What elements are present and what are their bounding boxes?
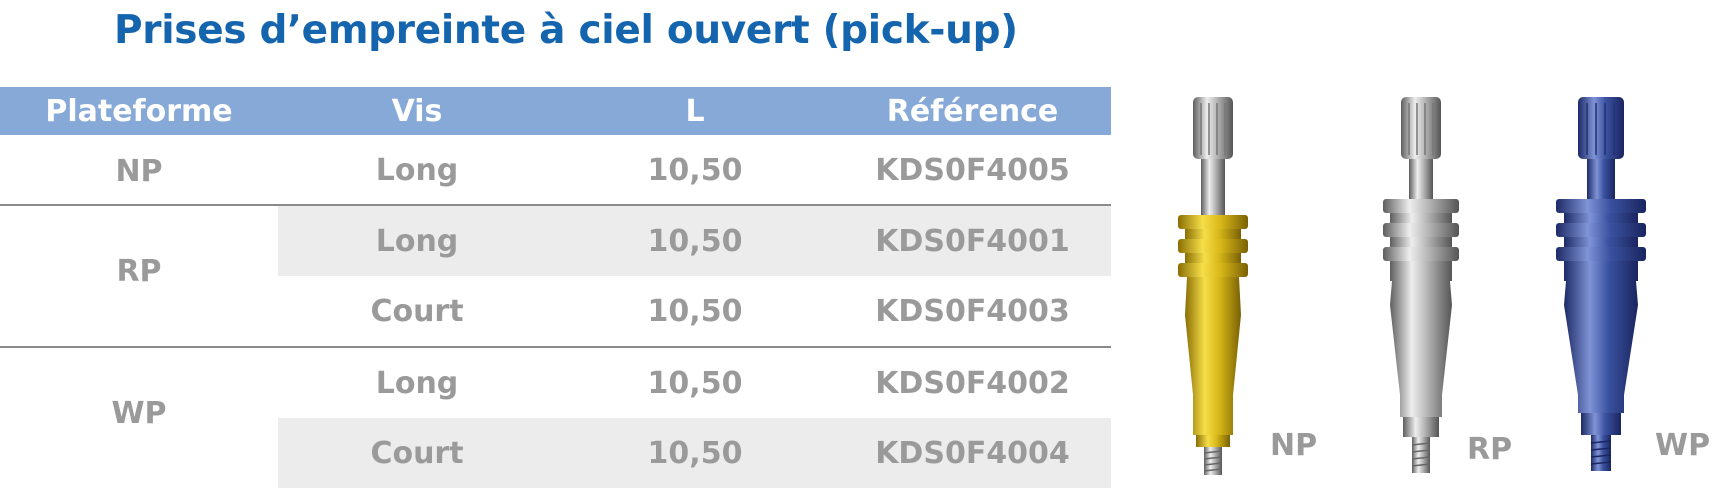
cell-l: 10,50 xyxy=(647,435,743,471)
reference-table: Plateforme Vis L Référence NP Long 10,50… xyxy=(0,87,1111,488)
cell-vis: Long xyxy=(375,152,459,188)
cell-vis: Court xyxy=(370,293,464,329)
cell-l: 10,50 xyxy=(647,152,743,188)
wp-impression-coping-image xyxy=(1556,97,1646,471)
cell-vis: Court xyxy=(370,435,464,471)
cell-l: 10,50 xyxy=(647,293,743,329)
cell-reference: KDS0F4003 xyxy=(875,293,1070,329)
cell-vis: Long xyxy=(375,223,459,259)
np-impression-coping-image xyxy=(1178,97,1248,475)
cell-reference: KDS0F4001 xyxy=(875,223,1070,259)
table-row: Court 10,50 KDS0F4003 xyxy=(0,276,1111,346)
table-header: Plateforme Vis L Référence xyxy=(0,87,1111,135)
cell-l: 10,50 xyxy=(647,365,743,401)
rp-impression-coping-image xyxy=(1383,97,1459,473)
np-product-label: NP xyxy=(1270,428,1318,463)
table-row: Court 10,50 KDS0F4004 xyxy=(0,418,1111,488)
table-row: Long 10,50 KDS0F4002 xyxy=(0,348,1111,418)
cell-l: 10,50 xyxy=(647,223,743,259)
rp-product-label: RP xyxy=(1467,432,1513,467)
header-l: L xyxy=(685,93,705,129)
header-plateforme: Plateforme xyxy=(45,93,233,129)
cell-reference: KDS0F4005 xyxy=(875,152,1070,188)
cell-reference: KDS0F4004 xyxy=(875,435,1070,471)
header-vis: Vis xyxy=(391,93,443,129)
page-title: Prises d’empreinte à ciel ouvert (pick-u… xyxy=(114,8,1018,53)
table-row: Long 10,50 KDS0F4001 xyxy=(0,206,1111,276)
cell-reference: KDS0F4002 xyxy=(875,365,1070,401)
cell-vis: Long xyxy=(375,365,459,401)
table-row: Long 10,50 KDS0F4005 xyxy=(0,135,1111,205)
wp-product-label: WP xyxy=(1655,428,1711,463)
header-reference: Référence xyxy=(886,93,1059,129)
